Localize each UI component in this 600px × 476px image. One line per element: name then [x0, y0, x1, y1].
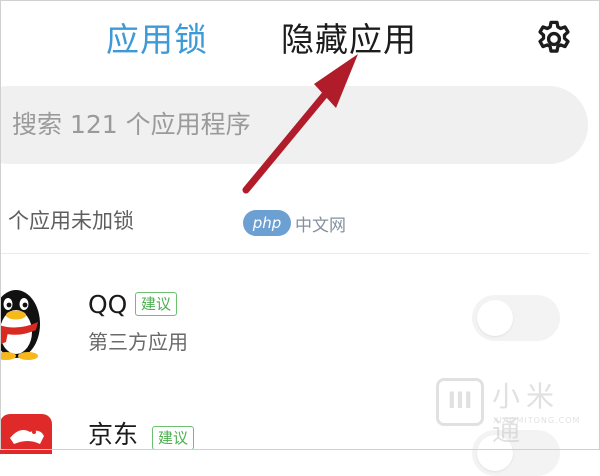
unlocked-apps-count-label: 个应用未加锁 — [8, 209, 134, 233]
lock-toggle[interactable] — [472, 295, 560, 341]
divider — [0, 253, 590, 254]
php-logo: php — [243, 210, 291, 236]
php-watermark-text: 中文网 — [295, 215, 346, 236]
app-name: 京东 — [88, 420, 139, 449]
suggest-badge: 建议 — [135, 292, 178, 316]
search-bar[interactable]: 搜索 121 个应用程序 — [0, 86, 588, 164]
app-name: QQ — [88, 290, 128, 319]
xiaomitong-text: 小米通 — [492, 380, 561, 447]
xiaomitong-url: XIAOMITONG.COM — [493, 416, 581, 425]
app-subtitle: 第三方应用 — [88, 330, 188, 354]
search-placeholder: 搜索 121 个应用程序 — [12, 110, 251, 139]
xiaomitong-logo: III — [436, 378, 484, 426]
suggest-badge: 建议 — [152, 426, 195, 450]
tab-app-lock[interactable]: 应用锁 — [106, 18, 208, 62]
gear-icon[interactable] — [533, 18, 575, 60]
jd-app-icon — [0, 414, 52, 454]
screen: 应用锁 隐藏应用 搜索 121 个应用程序 个应用未加锁 QQ 建议 第三方应用 — [0, 0, 600, 476]
qq-penguin-icon — [0, 290, 40, 360]
xiaomitong-watermark: III 小米通 XIAOMITONG.COM — [436, 378, 586, 447]
php-watermark: php 中文网 — [243, 210, 346, 236]
tab-hidden-apps[interactable]: 隐藏应用 — [281, 18, 417, 62]
toggle-knob — [477, 300, 513, 336]
